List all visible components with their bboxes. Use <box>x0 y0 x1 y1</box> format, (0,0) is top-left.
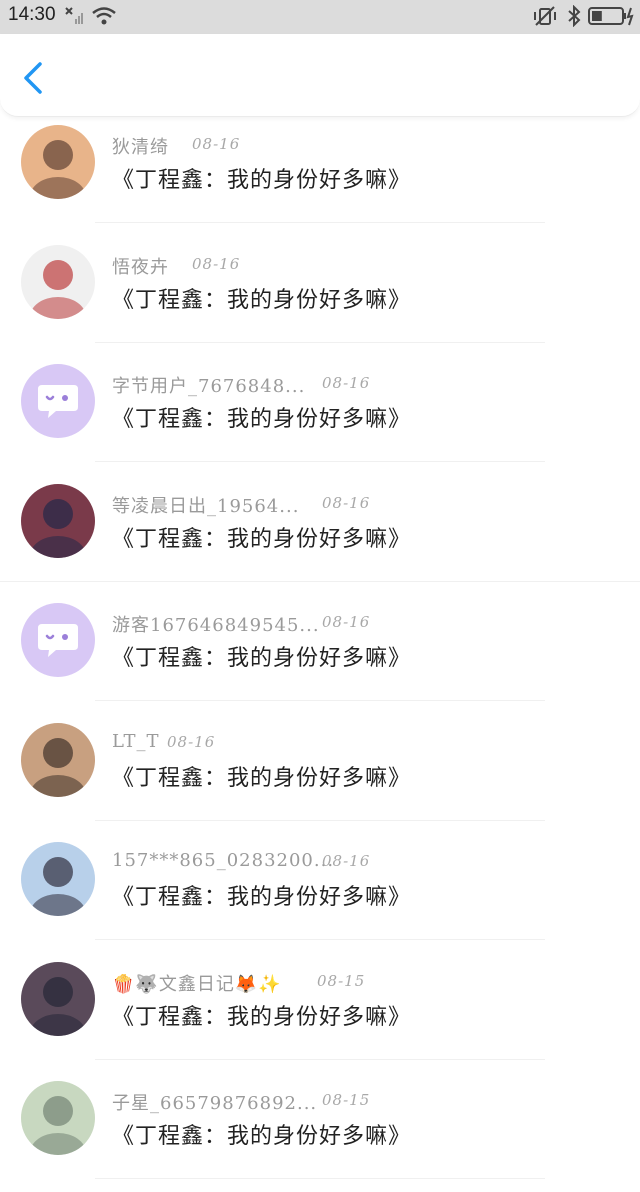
comment-header: 等凌晨日出_19564... 08-16 <box>112 492 369 518</box>
no-signal-icon <box>64 5 86 31</box>
comment-text: 《丁程鑫：我的身份好多嘛》 <box>112 168 412 193</box>
divider <box>95 341 545 343</box>
chevron-left-icon <box>24 62 42 94</box>
comment-date: 08-15 <box>322 1091 371 1109</box>
comment-header: 字节用户_7676848... 08-16 <box>112 372 369 398</box>
comment-text: 《丁程鑫：我的身份好多嘛》 <box>112 1124 412 1149</box>
avatar[interactable] <box>21 1081 95 1155</box>
comment-header: 悟夜卉 08-16 <box>112 253 239 279</box>
avatar[interactable] <box>21 483 95 558</box>
avatar[interactable] <box>21 842 95 916</box>
comment-item[interactable]: 字节用户_7676848... 08-16 《丁程鑫：我的身份好多嘛》 <box>0 355 640 475</box>
status-bar: 14:30 <box>0 0 640 34</box>
avatar[interactable] <box>21 125 95 199</box>
comment-header: 🍿🐺文鑫日记🦊✨ 08-15 <box>112 970 364 996</box>
avatar[interactable] <box>21 244 95 319</box>
comment-date: 08-16 <box>322 613 371 631</box>
username[interactable]: LT_T <box>112 731 160 752</box>
bluetooth-icon <box>566 4 582 31</box>
mute-vibrate-icon <box>532 5 558 31</box>
username[interactable]: 狄清绮 <box>112 137 169 158</box>
username[interactable]: 🍿🐺文鑫日记🦊✨ <box>112 974 282 995</box>
divider <box>95 1178 545 1179</box>
comment-header: 游客167646849545... 08-16 <box>112 611 369 637</box>
avatar[interactable] <box>21 364 95 438</box>
divider <box>0 580 640 582</box>
divider <box>95 939 545 940</box>
comment-item[interactable]: 悟夜卉 08-16 《丁程鑫：我的身份好多嘛》 <box>0 236 640 356</box>
profile-photo <box>21 722 95 797</box>
comment-header: 子星_66579876892... 08-15 <box>112 1089 369 1115</box>
comment-text: 《丁程鑫：我的身份好多嘛》 <box>112 287 412 313</box>
comment-header: 157***865_0283200... 08-16 <box>112 850 369 871</box>
profile-photo <box>21 483 95 558</box>
comment-text: 《丁程鑫：我的身份好多嘛》 <box>112 765 412 791</box>
chat-bubble-icon <box>38 624 78 657</box>
comment-item[interactable]: 等凌晨日出_19564... 08-16 《丁程鑫：我的身份好多嘛》 <box>0 475 640 595</box>
username[interactable]: 157***865_0283200... <box>112 850 334 871</box>
comment-text: 《丁程鑫：我的身份好多嘛》 <box>112 407 412 432</box>
divider <box>95 461 545 462</box>
comment-date: 08-15 <box>317 971 366 990</box>
profile-photo <box>21 244 95 319</box>
comment-text: 《丁程鑫：我的身份好多嘛》 <box>112 526 412 552</box>
username[interactable]: 悟夜卉 <box>112 257 169 278</box>
comment-date: 08-16 <box>192 135 241 153</box>
comment-item[interactable]: 子星_66579876892... 08-15 《丁程鑫：我的身份好多嘛》 <box>0 1072 640 1192</box>
battery-icon <box>588 5 636 31</box>
divider <box>95 700 545 701</box>
comment-header: 狄清绮 08-16 <box>112 133 239 159</box>
comment-date: 08-16 <box>167 732 216 751</box>
comment-text: 《丁程鑫：我的身份好多嘛》 <box>112 885 412 910</box>
username[interactable]: 游客167646849545... <box>112 615 320 636</box>
avatar[interactable] <box>21 722 95 797</box>
comment-item[interactable]: 狄清绮 08-16 《丁程鑫：我的身份好多嘛》 <box>0 116 640 236</box>
status-time: 14:30 <box>8 4 56 25</box>
comment-item[interactable]: 🍿🐺文鑫日记🦊✨ 08-15 《丁程鑫：我的身份好多嘛》 <box>0 953 640 1073</box>
avatar[interactable] <box>21 961 95 1036</box>
comment-text: 《丁程鑫：我的身份好多嘛》 <box>112 1004 412 1030</box>
profile-photo <box>21 125 95 199</box>
back-button[interactable] <box>18 58 50 98</box>
divider <box>95 819 545 821</box>
comment-date: 08-16 <box>322 493 371 512</box>
profile-photo <box>21 961 95 1036</box>
profile-photo <box>21 842 95 916</box>
avatar[interactable] <box>21 603 95 677</box>
comment-date: 08-16 <box>322 852 371 870</box>
comment-date: 08-16 <box>192 254 241 273</box>
wifi-icon <box>91 5 117 31</box>
comment-item[interactable]: 157***865_0283200... 08-16 《丁程鑫：我的身份好多嘛》 <box>0 833 640 953</box>
username[interactable]: 字节用户_7676848... <box>112 376 305 397</box>
comment-text: 《丁程鑫：我的身份好多嘛》 <box>112 646 412 671</box>
chat-bubble-icon <box>38 385 78 418</box>
divider <box>95 222 545 223</box>
username[interactable]: 子星_66579876892... <box>112 1093 317 1114</box>
comment-item[interactable]: 游客167646849545... 08-16 《丁程鑫：我的身份好多嘛》 <box>0 594 640 714</box>
divider <box>95 1058 545 1060</box>
comment-date: 08-16 <box>322 374 371 392</box>
comment-header: LT_T 08-16 <box>112 731 214 752</box>
profile-photo <box>21 1081 95 1155</box>
comment-item[interactable]: LT_T 08-16 《丁程鑫：我的身份好多嘛》 <box>0 714 640 834</box>
username[interactable]: 等凌晨日出_19564... <box>112 496 299 517</box>
top-bar <box>0 34 640 117</box>
